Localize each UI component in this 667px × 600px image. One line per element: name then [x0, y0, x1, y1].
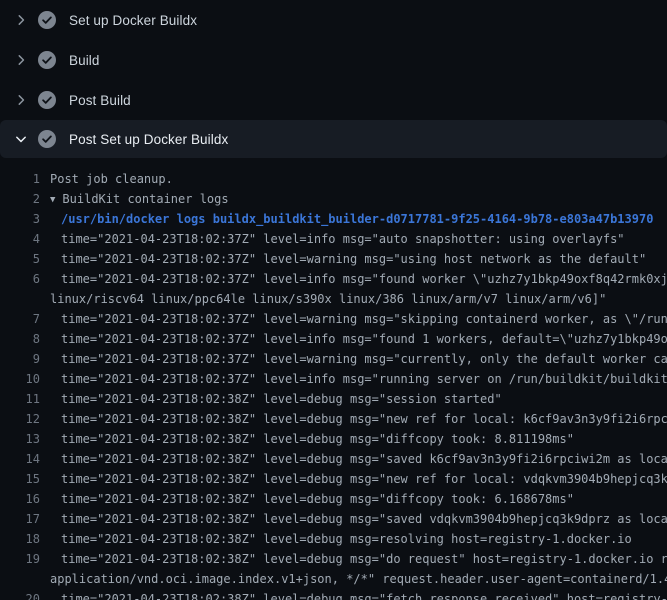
log-line-text: linux/riscv64 linux/ppc64le linux/s390x … [50, 289, 606, 309]
log-line-text: time="2021-04-23T18:02:37Z" level=warnin… [61, 309, 667, 329]
chevron-down-icon[interactable] [13, 131, 29, 147]
log-line-text: time="2021-04-23T18:02:38Z" level=debug … [61, 449, 667, 469]
log-line-text: application/vnd.oci.image.index.v1+json,… [50, 569, 667, 589]
step-title: Build [69, 53, 100, 68]
log-line-text: time="2021-04-23T18:02:38Z" level=debug … [61, 429, 574, 449]
line-number[interactable]: 4 [0, 229, 40, 249]
step-title: Post Build [69, 93, 131, 108]
log-line: 1 Post job cleanup. [0, 169, 667, 189]
log-line-text: time="2021-04-23T18:02:37Z" level=info m… [61, 329, 667, 349]
line-number[interactable]: 5 [0, 249, 40, 269]
chevron-right-icon[interactable] [13, 92, 29, 108]
log-line-text: time="2021-04-23T18:02:38Z" level=debug … [61, 509, 667, 529]
line-number[interactable]: 12 [0, 409, 40, 429]
line-number[interactable]: 15 [0, 469, 40, 489]
log-line-text: time="2021-04-23T18:02:38Z" level=debug … [61, 589, 667, 600]
line-number[interactable]: 2 [0, 189, 40, 209]
log-line-text: time="2021-04-23T18:02:38Z" level=debug … [61, 489, 574, 509]
chevron-right-icon[interactable] [13, 12, 29, 28]
log-line: 7 time="2021-04-23T18:02:37Z" level=warn… [0, 309, 667, 329]
log-line: 19 time="2021-04-23T18:02:38Z" level=deb… [0, 549, 667, 569]
chevron-right-icon[interactable] [13, 52, 29, 68]
log-line: 2 ▼BuildKit container logs [0, 189, 667, 209]
log-line-text: /usr/bin/docker logs buildx_buildkit_bui… [61, 209, 653, 229]
log-line-text: time="2021-04-23T18:02:38Z" level=debug … [61, 389, 502, 409]
line-number[interactable]: 8 [0, 329, 40, 349]
line-number[interactable]: 7 [0, 309, 40, 329]
log-line: 9 time="2021-04-23T18:02:37Z" level=warn… [0, 349, 667, 369]
check-circle-icon [38, 91, 56, 109]
log-line-text: ▼BuildKit container logs [50, 189, 229, 209]
log-line: 13 time="2021-04-23T18:02:38Z" level=deb… [0, 429, 667, 449]
line-number[interactable]: 18 [0, 529, 40, 549]
log-line-text: time="2021-04-23T18:02:37Z" level=info m… [61, 229, 625, 249]
log-line: 17 time="2021-04-23T18:02:38Z" level=deb… [0, 509, 667, 529]
line-number[interactable]: 3 [0, 209, 40, 229]
log-line: 3 /usr/bin/docker logs buildx_buildkit_b… [0, 209, 667, 229]
line-number[interactable] [0, 569, 40, 589]
check-circle-icon [38, 11, 56, 29]
log-line-text: time="2021-04-23T18:02:37Z" level=warnin… [61, 249, 646, 269]
line-number[interactable]: 10 [0, 369, 40, 389]
line-number[interactable]: 13 [0, 429, 40, 449]
check-circle-icon [38, 130, 56, 148]
log-line: 16 time="2021-04-23T18:02:38Z" level=deb… [0, 489, 667, 509]
log-line: 10 time="2021-04-23T18:02:37Z" level=inf… [0, 369, 667, 389]
log-line: 6 time="2021-04-23T18:02:37Z" level=info… [0, 269, 667, 289]
workflow-step-row[interactable]: Build [0, 40, 667, 80]
line-number[interactable]: 14 [0, 449, 40, 469]
check-circle-icon [38, 51, 56, 69]
step-title: Post Set up Docker Buildx [69, 132, 228, 147]
log-line: 8 time="2021-04-23T18:02:37Z" level=info… [0, 329, 667, 349]
log-line: 20 time="2021-04-23T18:02:38Z" level=deb… [0, 589, 667, 600]
workflow-step-list: Set up Docker Buildx Build Post Buil [0, 0, 667, 158]
line-number[interactable]: 16 [0, 489, 40, 509]
log-line-text: time="2021-04-23T18:02:38Z" level=debug … [61, 529, 632, 549]
log-line: 18 time="2021-04-23T18:02:38Z" level=deb… [0, 529, 667, 549]
line-number[interactable]: 17 [0, 509, 40, 529]
workflow-step-row[interactable]: Post Set up Docker Buildx [0, 120, 667, 158]
step-log-output: 1 Post job cleanup. 2 ▼BuildKit containe… [0, 158, 667, 600]
log-line-text: time="2021-04-23T18:02:38Z" level=debug … [61, 409, 667, 429]
line-number[interactable]: 19 [0, 549, 40, 569]
log-line: 4 time="2021-04-23T18:02:37Z" level=info… [0, 229, 667, 249]
line-number[interactable]: 11 [0, 389, 40, 409]
workflow-step-row[interactable]: Set up Docker Buildx [0, 0, 667, 40]
group-open-icon[interactable]: ▼ [50, 190, 55, 209]
line-number[interactable] [0, 289, 40, 309]
log-line: 14 time="2021-04-23T18:02:38Z" level=deb… [0, 449, 667, 469]
log-line-text: time="2021-04-23T18:02:38Z" level=debug … [61, 469, 667, 489]
workflow-step-row[interactable]: Post Build [0, 80, 667, 120]
log-line-text: time="2021-04-23T18:02:37Z" level=info m… [61, 269, 667, 289]
line-number[interactable]: 6 [0, 269, 40, 289]
log-line: 12 time="2021-04-23T18:02:38Z" level=deb… [0, 409, 667, 429]
log-line-text: time="2021-04-23T18:02:37Z" level=info m… [61, 369, 667, 389]
log-line: linux/riscv64 linux/ppc64le linux/s390x … [0, 289, 667, 309]
line-number[interactable]: 20 [0, 589, 40, 600]
log-line: 15 time="2021-04-23T18:02:38Z" level=deb… [0, 469, 667, 489]
log-line-text: time="2021-04-23T18:02:38Z" level=debug … [61, 549, 667, 569]
step-title: Set up Docker Buildx [69, 13, 197, 28]
log-line: application/vnd.oci.image.index.v1+json,… [0, 569, 667, 589]
log-line: 5 time="2021-04-23T18:02:37Z" level=warn… [0, 249, 667, 269]
log-line-text: Post job cleanup. [50, 169, 173, 189]
log-line: 11 time="2021-04-23T18:02:38Z" level=deb… [0, 389, 667, 409]
line-number[interactable]: 1 [0, 169, 40, 189]
line-number[interactable]: 9 [0, 349, 40, 369]
log-line-text: time="2021-04-23T18:02:37Z" level=warnin… [61, 349, 667, 369]
